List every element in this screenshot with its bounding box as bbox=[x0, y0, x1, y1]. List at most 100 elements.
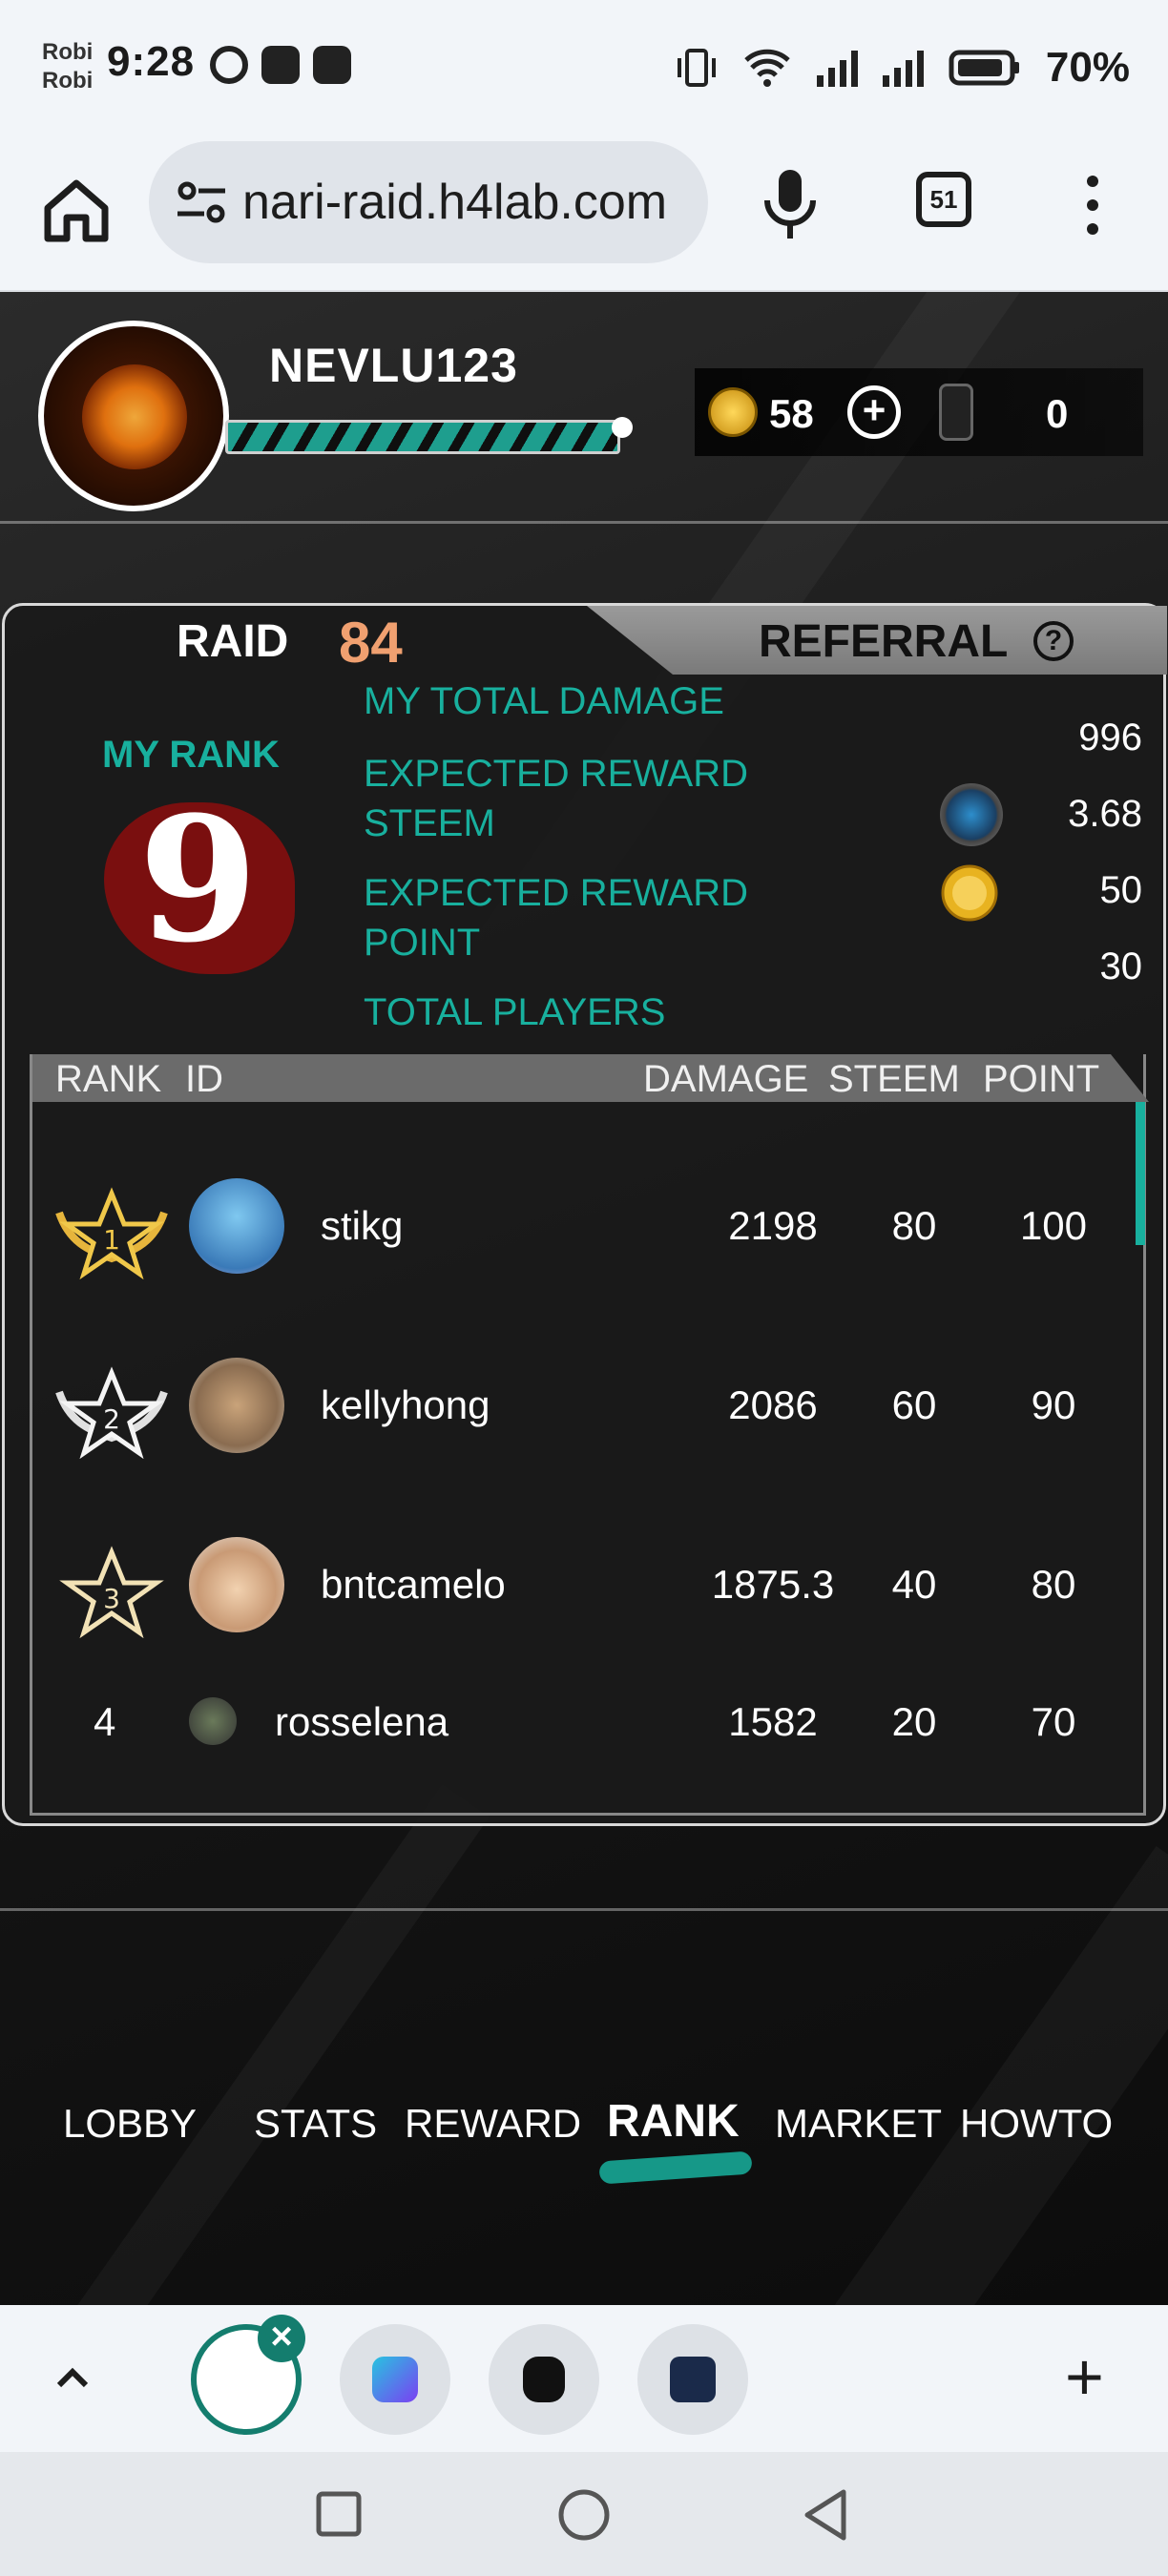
notification-icons bbox=[210, 46, 351, 84]
avatar[interactable] bbox=[189, 1697, 237, 1745]
chevron-up-icon[interactable] bbox=[53, 2358, 92, 2397]
home-nav-icon[interactable] bbox=[557, 2488, 611, 2542]
player-username: NEVLU123 bbox=[269, 339, 518, 392]
tab-switcher-button[interactable]: 51 bbox=[916, 172, 971, 227]
home-icon[interactable] bbox=[38, 172, 115, 248]
my-rank-value: 9 bbox=[138, 779, 259, 981]
coin-count: 58 bbox=[769, 391, 814, 436]
canva-icon bbox=[372, 2357, 418, 2402]
steem-value: 80 bbox=[891, 1203, 937, 1248]
stat-label-reward-steem: EXPECTED REWARD STEEM bbox=[364, 753, 749, 844]
currency-bar: 58 + 0 bbox=[695, 368, 1143, 456]
player-id[interactable]: stikg bbox=[321, 1203, 403, 1249]
steem-icon bbox=[940, 783, 1003, 846]
signal-icon bbox=[816, 49, 858, 87]
table-row[interactable]: 1 stikg 2198 80 100 bbox=[32, 1150, 1130, 1312]
ticket-count: 0 bbox=[1046, 391, 1069, 436]
player-avatar[interactable] bbox=[38, 321, 229, 511]
player-id[interactable]: rosselena bbox=[275, 1699, 448, 1745]
silver-medal-icon: 2 bbox=[55, 1366, 168, 1459]
tab-referral-label: REFERRAL bbox=[759, 616, 1009, 667]
gold-coin-icon bbox=[708, 387, 758, 437]
point-value: 80 bbox=[1031, 1562, 1076, 1607]
rank-number: 4 bbox=[94, 1699, 116, 1744]
nav-market[interactable]: MARKET bbox=[775, 2101, 942, 2147]
point-value: 70 bbox=[1031, 1699, 1076, 1744]
new-tab-button[interactable]: + bbox=[1065, 2343, 1104, 2410]
gold-medal-icon: 1 bbox=[55, 1187, 168, 1279]
player-id[interactable]: kellyhong bbox=[321, 1382, 490, 1428]
my-rank-label: MY RANK bbox=[102, 734, 280, 776]
carrier-label: Robi Robi bbox=[42, 39, 94, 93]
rank-panel: RAID 84 REFERRAL ? MY RANK 9 MY TOTAL DA… bbox=[2, 603, 1167, 1826]
table-row[interactable]: 3 bntcamelo 1875.3 40 80 bbox=[32, 1508, 1130, 1671]
avatar[interactable] bbox=[189, 1178, 284, 1274]
gamepad-icon bbox=[261, 46, 300, 84]
close-tab-icon[interactable]: × bbox=[258, 2315, 305, 2362]
steem-value: 60 bbox=[891, 1382, 937, 1427]
header-damage: DAMAGE bbox=[643, 1058, 809, 1100]
header-divider bbox=[0, 521, 1168, 524]
discord-icon bbox=[313, 46, 351, 84]
xp-progress-bar bbox=[225, 417, 633, 454]
steem-value: 40 bbox=[891, 1562, 937, 1607]
header-rank: RANK bbox=[55, 1058, 162, 1100]
clock: 9:28 bbox=[107, 38, 196, 85]
site-settings-icon[interactable] bbox=[176, 179, 227, 225]
game-viewport: NEVLU123 58 + 0 RAID 84 REFERRAL ? MY RA… bbox=[0, 292, 1168, 2305]
url-text: nari-raid.h4lab.com bbox=[242, 175, 668, 230]
back-icon[interactable] bbox=[802, 2488, 849, 2542]
tab-thumbnail-app[interactable] bbox=[489, 2324, 599, 2435]
eye-icon bbox=[210, 46, 248, 84]
header-steem: STEEM bbox=[828, 1058, 960, 1100]
footer-divider bbox=[0, 1908, 1168, 1911]
wifi-icon bbox=[744, 49, 790, 87]
avatar[interactable] bbox=[189, 1537, 284, 1632]
battery-percent: 70% bbox=[1045, 44, 1130, 91]
tab-thumbnail-canva[interactable] bbox=[340, 2324, 450, 2435]
bronze-medal-icon: 3 bbox=[59, 1546, 164, 1638]
stat-value-reward-point: 50 bbox=[1099, 869, 1143, 911]
tab-referral[interactable]: REFERRAL ? bbox=[587, 606, 1167, 675]
damage-value: 1875.3 bbox=[711, 1562, 835, 1607]
point-coin-icon bbox=[941, 864, 998, 922]
nav-reward[interactable]: REWARD bbox=[405, 2101, 581, 2147]
stat-value-total-players: 30 bbox=[1099, 945, 1143, 987]
help-icon[interactable]: ? bbox=[1033, 621, 1074, 661]
steem-logo-icon bbox=[82, 364, 187, 469]
microphone-icon[interactable] bbox=[760, 166, 821, 242]
app-icon bbox=[523, 2357, 565, 2402]
avatar[interactable] bbox=[189, 1358, 284, 1453]
tab-thumbnail-game[interactable] bbox=[637, 2324, 748, 2435]
stat-label-reward-point: EXPECTED REWARD POINT bbox=[364, 872, 749, 964]
address-bar[interactable]: nari-raid.h4lab.com bbox=[149, 141, 708, 263]
tab-raid[interactable]: RAID bbox=[177, 615, 288, 668]
nav-rank[interactable]: RANK bbox=[607, 2095, 740, 2148]
table-row[interactable]: 2 kellyhong 2086 60 90 bbox=[32, 1329, 1130, 1491]
header-id: ID bbox=[185, 1058, 223, 1100]
point-value: 90 bbox=[1031, 1382, 1076, 1427]
nav-lobby[interactable]: LOBBY bbox=[63, 2101, 197, 2147]
nav-howto[interactable]: HOWTO bbox=[960, 2101, 1113, 2147]
bg-decoration bbox=[0, 1784, 490, 2305]
table-row[interactable]: 4 rosselena 1582 20 70 bbox=[32, 1674, 1130, 1779]
table-body[interactable]: 1 stikg 2198 80 100 2 kellyhong 2086 60 … bbox=[32, 1102, 1149, 1808]
vibrate-icon bbox=[677, 49, 716, 87]
add-coins-button[interactable]: + bbox=[847, 385, 901, 439]
nav-stats[interactable]: STATS bbox=[254, 2101, 377, 2147]
game-nav: LOBBY STATS REWARD RANK MARKET HOWTO bbox=[0, 2067, 1168, 2185]
player-id[interactable]: bntcamelo bbox=[321, 1562, 506, 1608]
stat-label-total-players: TOTAL PLAYERS bbox=[364, 991, 666, 1033]
ticket-icon bbox=[939, 384, 973, 441]
signal-icon-2 bbox=[882, 49, 924, 87]
medal-rank-number: 3 bbox=[103, 1583, 120, 1614]
point-value: 100 bbox=[1019, 1203, 1088, 1248]
raid-number: 84 bbox=[339, 611, 403, 675]
recents-icon[interactable] bbox=[315, 2490, 363, 2538]
status-bar: Robi Robi 9:28 70% bbox=[0, 0, 1168, 134]
medal-rank-number: 1 bbox=[103, 1224, 120, 1256]
more-options-icon[interactable] bbox=[1078, 172, 1107, 239]
damage-value: 1582 bbox=[728, 1699, 818, 1744]
table-scrollbar[interactable] bbox=[1136, 1102, 1145, 1245]
stat-label-total-damage: MY TOTAL DAMAGE bbox=[364, 680, 724, 722]
